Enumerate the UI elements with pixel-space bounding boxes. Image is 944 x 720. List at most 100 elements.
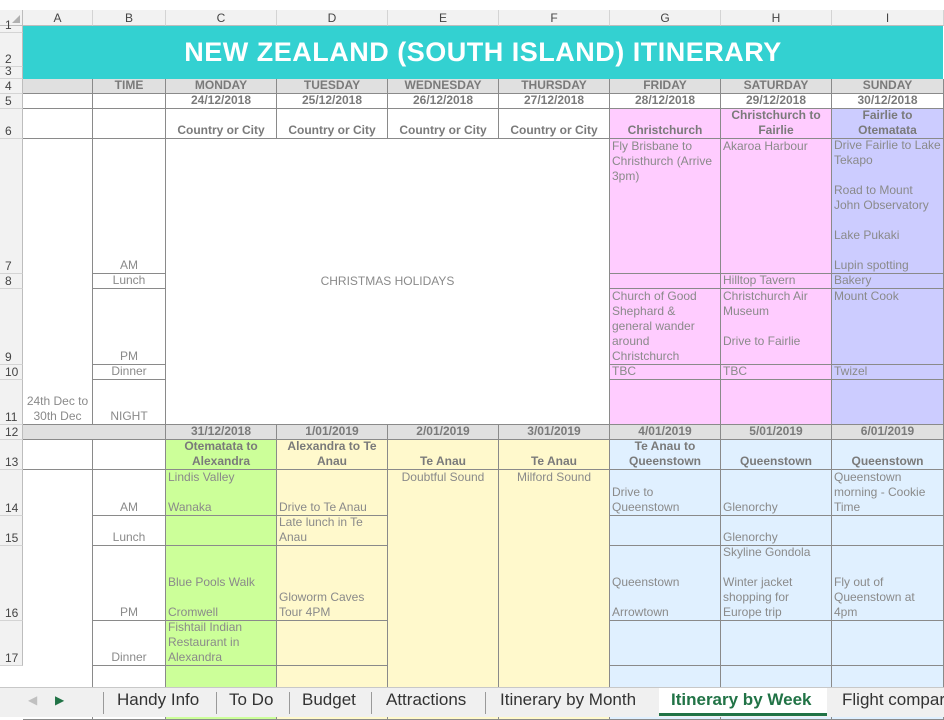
row-header-5[interactable]: 5 (0, 94, 23, 109)
activity-cell[interactable] (721, 621, 832, 666)
activity-cell[interactable]: Blue Pools Walk Cromwell (166, 546, 277, 621)
time-slot[interactable]: Lunch (93, 274, 166, 289)
location-cell[interactable]: Otematata to Alexandra (166, 440, 277, 470)
row-header-17[interactable]: 17 (0, 621, 23, 666)
time-slot[interactable]: AM (93, 470, 166, 516)
cell-b13[interactable] (93, 440, 166, 470)
activity-cell[interactable]: Milford Sound (499, 470, 610, 720)
row-header-6[interactable]: 6 (0, 109, 23, 139)
column-header-b[interactable]: B (93, 10, 166, 26)
row-header-4[interactable]: 4 (0, 79, 23, 94)
cell-a13[interactable] (23, 440, 93, 470)
tab-to-do[interactable]: To Do (229, 688, 273, 716)
tab-flight-comparison[interactable]: Flight compar (842, 688, 944, 716)
row-header-3[interactable]: 3 (0, 65, 23, 79)
location-cell[interactable]: Christchurch to Fairlie (721, 109, 832, 139)
column-header-f[interactable]: F (499, 10, 610, 26)
activity-cell[interactable]: Mount Cook (832, 289, 944, 365)
date-cell[interactable]: 28/12/2018 (610, 94, 721, 109)
row-header-8[interactable]: 8 (0, 274, 23, 289)
column-header-a[interactable]: A (23, 10, 93, 26)
scroll-tabs-right-icon[interactable]: ▶ (55, 693, 64, 707)
activity-cell[interactable] (610, 516, 721, 546)
time-slot[interactable]: Dinner (93, 621, 166, 666)
cell-a6[interactable] (23, 109, 93, 139)
row-header-12[interactable]: 12 (0, 425, 23, 440)
row-header-14[interactable]: 14 (0, 470, 23, 516)
cell-a5[interactable] (23, 94, 93, 109)
tab-itinerary-by-week[interactable]: Itinerary by Week (659, 688, 827, 716)
day-header[interactable]: SATURDAY (721, 79, 832, 94)
day-header[interactable]: TUESDAY (277, 79, 388, 94)
activity-cell[interactable]: Akaroa Harbour (721, 139, 832, 274)
row-header-13[interactable]: 13 (0, 440, 23, 470)
row-header-2[interactable]: 2 (0, 33, 23, 67)
date-cell[interactable]: 4/01/2019 (610, 425, 721, 440)
date-cell[interactable]: 27/12/2018 (499, 94, 610, 109)
location-cell[interactable]: Te Anau (499, 440, 610, 470)
activity-cell[interactable] (166, 516, 277, 546)
time-slot[interactable]: Dinner (93, 365, 166, 380)
time-slot[interactable]: Lunch (93, 516, 166, 546)
column-header-c[interactable]: C (166, 10, 277, 26)
week-range-cell[interactable] (23, 470, 93, 720)
date-cell[interactable]: 29/12/2018 (721, 94, 832, 109)
row-header-9[interactable]: 9 (0, 289, 23, 365)
day-header[interactable]: MONDAY (166, 79, 277, 94)
activity-cell[interactable]: Queenstown morning - Cookie Time (832, 470, 944, 516)
location-cell[interactable]: Queenstown (832, 440, 944, 470)
activity-cell[interactable] (721, 380, 832, 425)
date-cell[interactable]: 24/12/2018 (166, 94, 277, 109)
activity-cell[interactable]: Bakery (832, 274, 944, 289)
activity-cell[interactable] (610, 274, 721, 289)
scroll-tabs-left-icon[interactable]: ◀ (28, 693, 37, 707)
tab-itinerary-by-month[interactable]: Itinerary by Month (500, 688, 636, 716)
cell-b6[interactable] (93, 109, 166, 139)
tab-handy-info[interactable]: Handy Info (117, 688, 199, 716)
activity-cell[interactable]: Church of Good Shephard & general wander… (610, 289, 721, 365)
time-slot[interactable]: AM (93, 139, 166, 274)
date-cell[interactable]: 25/12/2018 (277, 94, 388, 109)
activity-cell[interactable]: Doubtful Sound (388, 470, 499, 720)
location-cell[interactable]: Christchurch (610, 109, 721, 139)
date-cell[interactable]: 5/01/2019 (721, 425, 832, 440)
row-header-10[interactable]: 10 (0, 365, 23, 380)
day-header[interactable]: SUNDAY (832, 79, 944, 94)
activity-cell[interactable]: Fishtail Indian Restaurant in Alexandra (166, 621, 277, 666)
location-cell[interactable]: Te Anau to Queenstown (610, 440, 721, 470)
time-slot[interactable]: PM (93, 289, 166, 365)
row-header-11[interactable]: 11 (0, 380, 23, 425)
date-cell[interactable]: 3/01/2019 (499, 425, 610, 440)
activity-cell[interactable]: Queenstown Arrowtown (610, 546, 721, 621)
column-header-d[interactable]: D (277, 10, 388, 26)
tab-attractions[interactable]: Attractions (386, 688, 466, 716)
activity-cell[interactable]: TBC (610, 365, 721, 380)
activity-cell[interactable] (610, 380, 721, 425)
row-header-15[interactable]: 15 (0, 516, 23, 546)
column-header-e[interactable]: E (388, 10, 499, 26)
activity-cell[interactable] (832, 621, 944, 666)
date-cell[interactable]: 30/12/2018 (832, 94, 944, 109)
activity-cell[interactable]: Twizel (832, 365, 944, 380)
activity-cell[interactable]: Glenorchy (721, 470, 832, 516)
location-cell[interactable]: Te Anau (388, 440, 499, 470)
date-cell[interactable]: 26/12/2018 (388, 94, 499, 109)
time-slot[interactable]: NIGHT (93, 380, 166, 425)
activity-cell[interactable]: Drive Fairlie to Lake Tekapo Road to Mou… (832, 139, 944, 274)
column-header-i[interactable]: I (832, 10, 944, 26)
activity-cell[interactable]: Hilltop Tavern (721, 274, 832, 289)
location-cell[interactable]: Country or City (166, 109, 277, 139)
activity-cell[interactable]: TBC (721, 365, 832, 380)
activity-cell[interactable] (832, 516, 944, 546)
activity-cell[interactable] (610, 621, 721, 666)
column-header-h[interactable]: H (721, 10, 832, 26)
date-cell[interactable]: 31/12/2018 (166, 425, 277, 440)
row-header-16[interactable]: 16 (0, 546, 23, 621)
activity-cell[interactable]: Drive to Te Anau (277, 470, 388, 516)
activity-cell[interactable]: Christchurch Air Museum Drive to Fairlie (721, 289, 832, 365)
location-cell[interactable]: Country or City (388, 109, 499, 139)
location-cell[interactable]: Country or City (499, 109, 610, 139)
activity-cell[interactable]: Fly Brisbane to Christhurch (Arrive 3pm) (610, 139, 721, 274)
location-cell[interactable]: Country or City (277, 109, 388, 139)
location-cell[interactable]: Alexandra to Te Anau (277, 440, 388, 470)
